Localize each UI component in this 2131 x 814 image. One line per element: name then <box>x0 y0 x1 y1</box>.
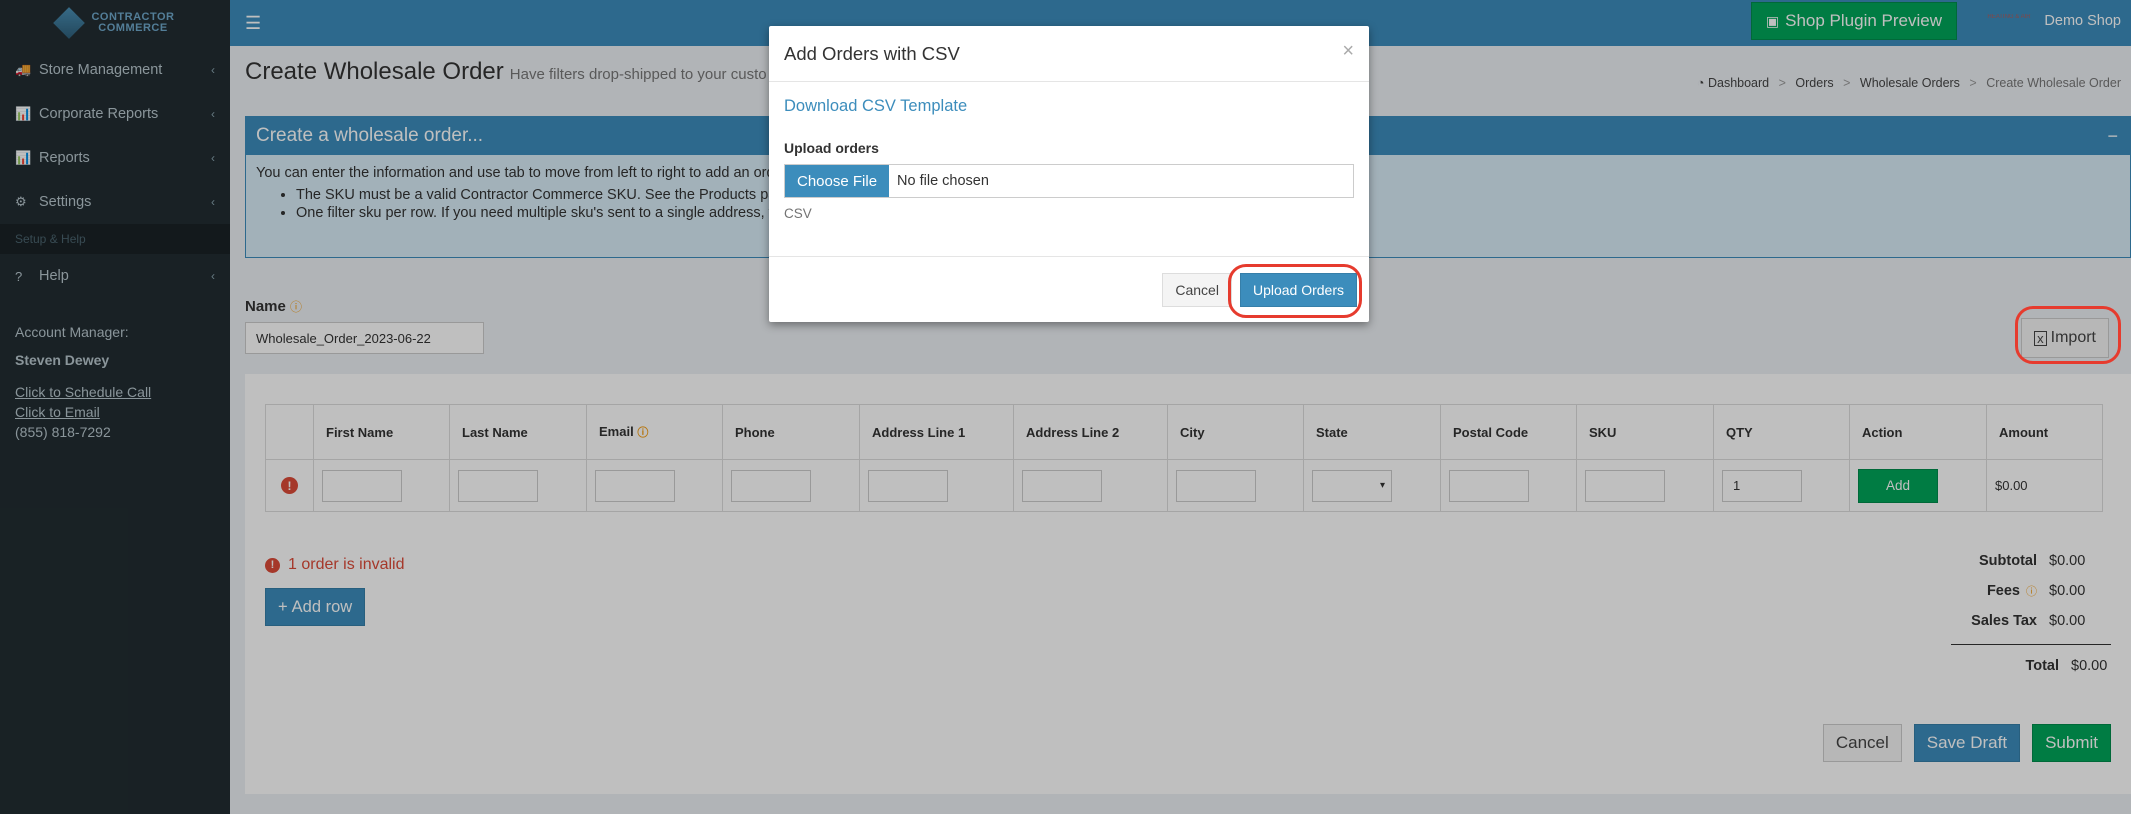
modal-header: Add Orders with CSV × <box>769 26 1369 82</box>
annotation-ring-import <box>2015 306 2121 364</box>
file-help-text: CSV <box>784 206 812 221</box>
close-icon[interactable]: × <box>1342 40 1354 63</box>
choose-file-button[interactable]: Choose File <box>785 165 890 197</box>
modal-cancel-button[interactable]: Cancel <box>1162 272 1232 307</box>
upload-orders-label: Upload orders <box>784 140 879 156</box>
modal-body: Download CSV Template Upload orders Choo… <box>769 82 1369 236</box>
modal-title: Add Orders with CSV <box>784 42 960 64</box>
download-csv-template-link[interactable]: Download CSV Template <box>784 97 1354 116</box>
file-status-text: No file chosen <box>897 173 989 189</box>
file-input[interactable]: Choose File No file chosen <box>784 164 1354 198</box>
annotation-ring-upload <box>1228 264 1362 318</box>
